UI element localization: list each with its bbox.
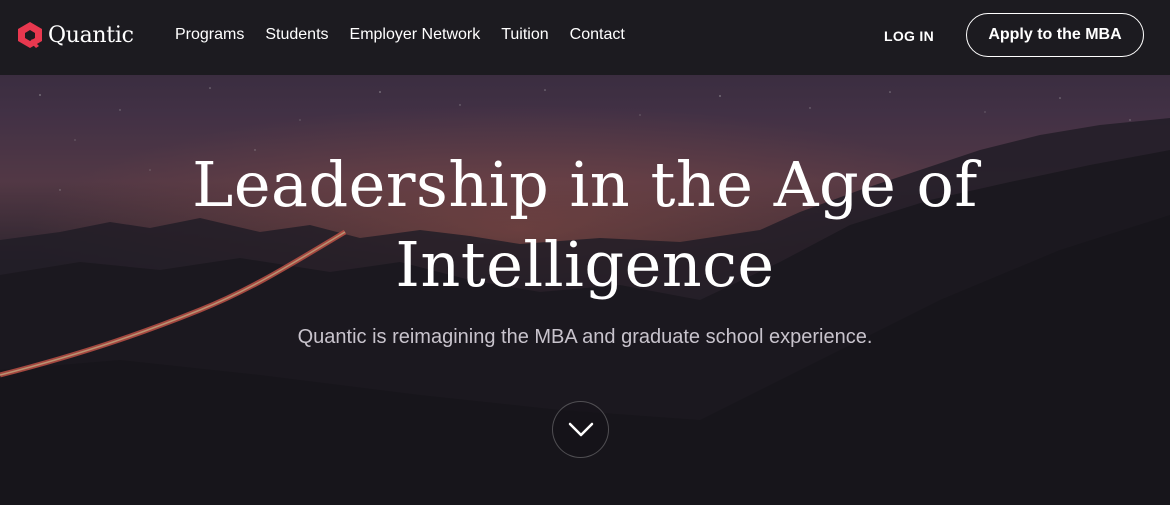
hero-headline-line-1: Leadership in the Age of — [192, 148, 978, 221]
primary-nav: Programs Students Employer Network Tuiti… — [175, 26, 646, 44]
nav-link-programs[interactable]: Programs — [175, 26, 244, 44]
nav-link-employer-network[interactable]: Employer Network — [350, 26, 481, 44]
brand-name: Quantic — [48, 22, 134, 48]
apply-to-mba-button[interactable]: Apply to the MBA — [966, 13, 1144, 57]
nav-link-students[interactable]: Students — [265, 26, 328, 44]
quantic-logo-icon — [18, 22, 42, 48]
nav-link-tuition[interactable]: Tuition — [501, 26, 548, 44]
nav-link-contact[interactable]: Contact — [570, 26, 625, 44]
scroll-down-button[interactable] — [552, 401, 609, 458]
login-link[interactable]: LOG IN — [884, 28, 934, 44]
hero-subheadline: Quantic is reimagining the MBA and gradu… — [297, 326, 873, 348]
top-navigation-bar: Quantic Programs Students Employer Netwo… — [0, 0, 1170, 75]
hero-headline-line-2: Intelligence — [395, 228, 775, 301]
brand-logo[interactable]: Quantic — [17, 21, 134, 49]
chevron-down-icon — [568, 422, 593, 436]
hero-headline: Leadership in the Age of Intelligence — [0, 145, 1170, 305]
